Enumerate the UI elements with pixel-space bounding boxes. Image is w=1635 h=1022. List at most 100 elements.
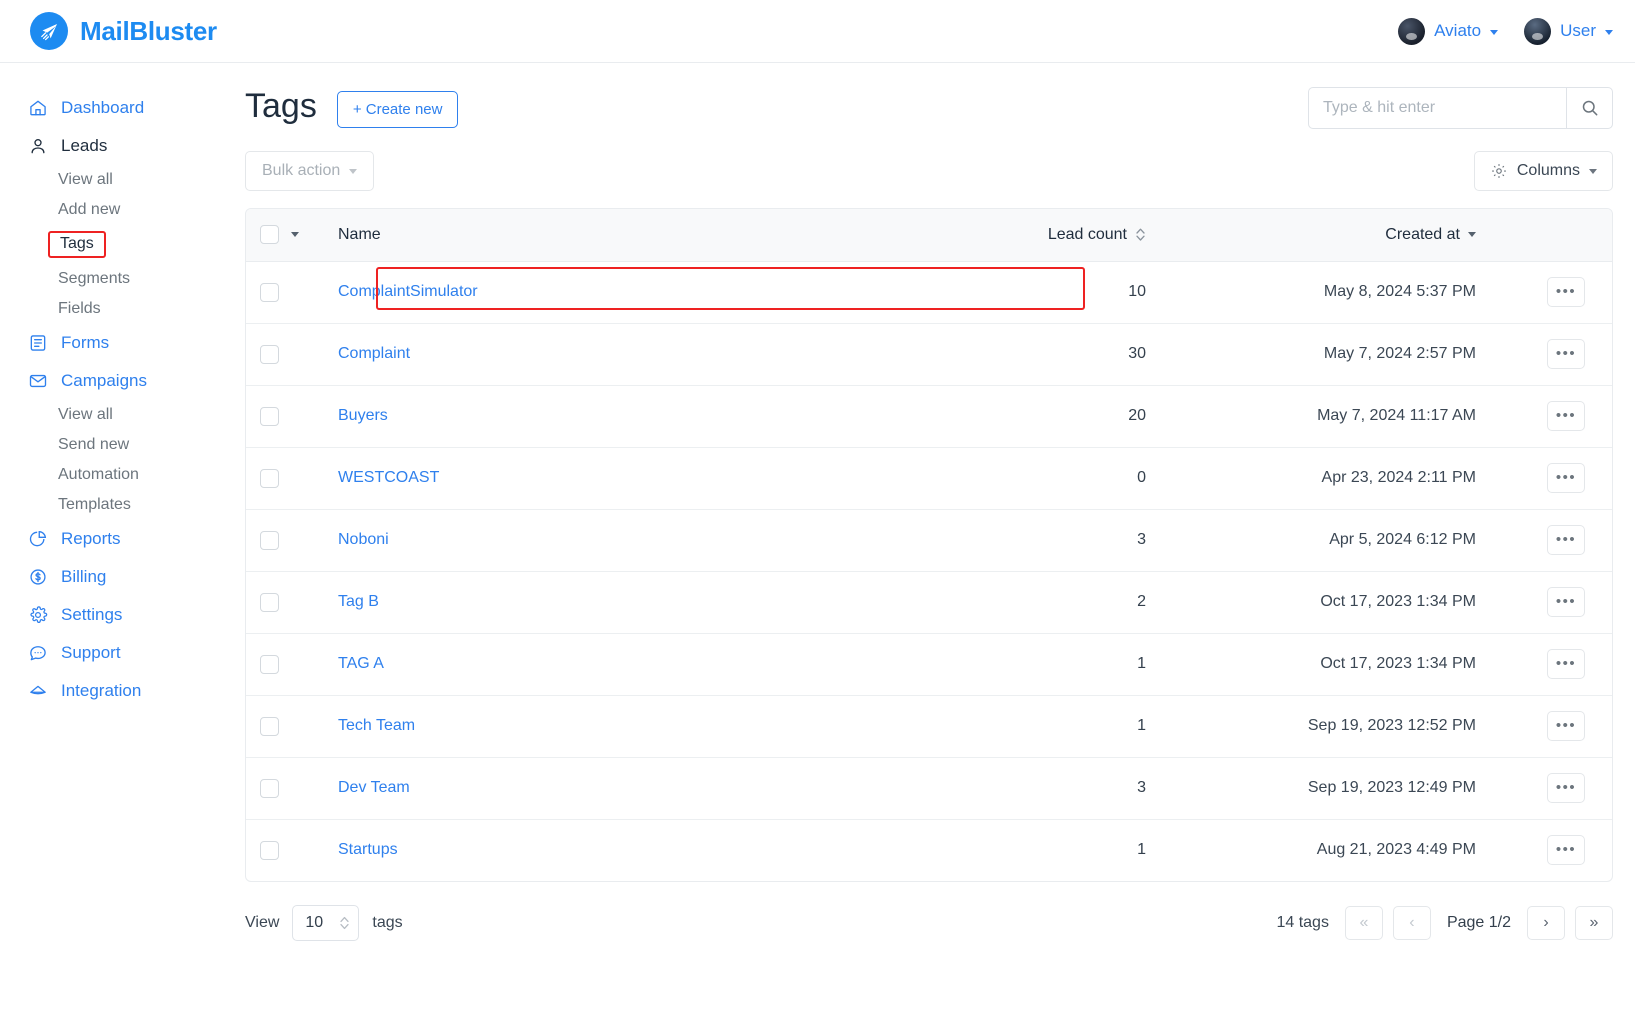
sidebar-item-label: Leads bbox=[61, 136, 107, 156]
sidebar-item-campaigns-send-new[interactable]: Send new bbox=[0, 430, 232, 460]
sidebar-item-billing[interactable]: Billing bbox=[0, 558, 232, 596]
sidebar-item-support[interactable]: Support bbox=[0, 634, 232, 672]
row-select-cell bbox=[246, 757, 324, 819]
tag-name-cell: TAG A bbox=[324, 633, 860, 695]
tag-name-link[interactable]: Startups bbox=[338, 841, 398, 858]
tag-name-link[interactable]: TAG A bbox=[338, 655, 384, 672]
sidebar-item-campaigns-view-all[interactable]: View all bbox=[0, 400, 232, 430]
sidebar-item-templates[interactable]: Templates bbox=[0, 490, 232, 520]
row-actions-button[interactable]: ••• bbox=[1547, 463, 1585, 493]
search-input[interactable] bbox=[1308, 87, 1566, 129]
sidebar-item-label: Tags bbox=[48, 231, 106, 258]
row-checkbox[interactable] bbox=[260, 531, 279, 550]
sidebar-item-label: Send new bbox=[58, 436, 129, 453]
row-actions-button[interactable]: ••• bbox=[1547, 835, 1585, 865]
row-checkbox[interactable] bbox=[260, 717, 279, 736]
tag-name-link[interactable]: Tag B bbox=[338, 593, 379, 610]
row-checkbox[interactable] bbox=[260, 345, 279, 364]
table-row: Tech Team1Sep 19, 2023 12:52 PM••• bbox=[246, 695, 1612, 757]
sidebar-item-reports[interactable]: Reports bbox=[0, 520, 232, 558]
sidebar-item-segments[interactable]: Segments bbox=[0, 264, 232, 294]
column-header-created-at-label: Created at bbox=[1385, 226, 1460, 244]
tag-name-cell: Tag B bbox=[324, 571, 860, 633]
tag-name-link[interactable]: WESTCOAST bbox=[338, 469, 439, 486]
row-checkbox[interactable] bbox=[260, 407, 279, 426]
row-actions-button[interactable]: ••• bbox=[1547, 277, 1585, 307]
select-all-checkbox[interactable] bbox=[260, 225, 279, 244]
next-page-button[interactable]: › bbox=[1527, 906, 1565, 940]
search-button[interactable] bbox=[1566, 87, 1613, 129]
tag-name-link[interactable]: Noboni bbox=[338, 531, 389, 548]
tag-name-link[interactable]: ComplaintSimulator bbox=[338, 283, 478, 300]
sidebar-item-automation[interactable]: Automation bbox=[0, 460, 232, 490]
sidebar-item-fields[interactable]: Fields bbox=[0, 294, 232, 324]
create-new-button[interactable]: + Create new bbox=[337, 91, 459, 128]
table-toolbar: Bulk action Columns bbox=[245, 151, 1613, 191]
row-actions-button[interactable]: ••• bbox=[1547, 649, 1585, 679]
row-actions-button[interactable]: ••• bbox=[1547, 773, 1585, 803]
chevron-down-icon bbox=[1468, 232, 1476, 237]
sidebar-item-leads-view-all[interactable]: View all bbox=[0, 165, 232, 195]
sidebar-item-leads-add-new[interactable]: Add new bbox=[0, 195, 232, 225]
row-actions-button[interactable]: ••• bbox=[1547, 587, 1585, 617]
page-size-unit-label: tags bbox=[372, 914, 402, 932]
table-footer: View 10 tags 14 tags « ‹ Page 1/2 › » bbox=[245, 905, 1613, 941]
tag-name-cell: Noboni bbox=[324, 509, 860, 571]
column-header-lead-count[interactable]: Lead count bbox=[860, 209, 1160, 261]
lead-count-cell: 3 bbox=[860, 757, 1160, 819]
row-actions-button[interactable]: ••• bbox=[1547, 401, 1585, 431]
row-actions-button[interactable]: ••• bbox=[1547, 711, 1585, 741]
user-menu[interactable]: User bbox=[1524, 18, 1613, 45]
chevron-down-icon bbox=[1490, 30, 1498, 35]
columns-button[interactable]: Columns bbox=[1474, 151, 1613, 191]
sidebar-item-integration[interactable]: Integration bbox=[0, 672, 232, 710]
created-at-cell: Sep 19, 2023 12:49 PM bbox=[1160, 757, 1520, 819]
row-select-cell bbox=[246, 695, 324, 757]
lead-count-cell: 3 bbox=[860, 509, 1160, 571]
row-checkbox[interactable] bbox=[260, 841, 279, 860]
pie-chart-icon bbox=[28, 529, 48, 549]
sidebar-item-settings[interactable]: Settings bbox=[0, 596, 232, 634]
table-header: Name Lead count Created at bbox=[246, 209, 1612, 261]
column-header-created-at[interactable]: Created at bbox=[1160, 209, 1520, 261]
created-at-cell: Oct 17, 2023 1:34 PM bbox=[1160, 571, 1520, 633]
first-page-button[interactable]: « bbox=[1345, 906, 1383, 940]
tag-name-link[interactable]: Buyers bbox=[338, 407, 388, 424]
row-checkbox[interactable] bbox=[260, 593, 279, 612]
page-header: Tags + Create new bbox=[245, 83, 1613, 129]
row-checkbox[interactable] bbox=[260, 283, 279, 302]
row-checkbox[interactable] bbox=[260, 779, 279, 798]
tag-name-link[interactable]: Tech Team bbox=[338, 717, 415, 734]
tag-name-link[interactable]: Dev Team bbox=[338, 779, 410, 796]
account-switcher[interactable]: Aviato bbox=[1398, 18, 1498, 45]
row-checkbox[interactable] bbox=[260, 469, 279, 488]
sidebar-item-dashboard[interactable]: Dashboard bbox=[0, 89, 232, 127]
page-size-stepper[interactable]: 10 bbox=[292, 905, 359, 941]
row-select-cell bbox=[246, 633, 324, 695]
lead-count-cell: 0 bbox=[860, 447, 1160, 509]
brand-name: MailBluster bbox=[80, 16, 217, 47]
last-page-button[interactable]: » bbox=[1575, 906, 1613, 940]
sidebar-item-forms[interactable]: Forms bbox=[0, 324, 232, 362]
row-actions-button[interactable]: ••• bbox=[1547, 339, 1585, 369]
page-indicator: Page 1/2 bbox=[1441, 914, 1517, 932]
row-actions-cell: ••• bbox=[1520, 447, 1612, 509]
prev-page-button[interactable]: ‹ bbox=[1393, 906, 1431, 940]
tag-name-link[interactable]: Complaint bbox=[338, 345, 410, 362]
row-actions-button[interactable]: ••• bbox=[1547, 525, 1585, 555]
integration-icon bbox=[28, 681, 48, 701]
sidebar-item-leads[interactable]: Leads bbox=[0, 127, 232, 165]
column-header-name[interactable]: Name bbox=[324, 209, 860, 261]
page-size-value: 10 bbox=[305, 914, 327, 932]
sidebar-item-campaigns[interactable]: Campaigns bbox=[0, 362, 232, 400]
created-at-cell: May 7, 2024 2:57 PM bbox=[1160, 323, 1520, 385]
row-select-cell bbox=[246, 819, 324, 881]
bulk-action-dropdown[interactable]: Bulk action bbox=[245, 151, 374, 191]
tag-name-cell: Tech Team bbox=[324, 695, 860, 757]
sidebar-item-tags[interactable]: Tags bbox=[0, 225, 232, 264]
brand-logo[interactable]: MailBluster bbox=[30, 12, 217, 50]
chevron-down-icon[interactable] bbox=[291, 232, 299, 237]
lead-count-cell: 1 bbox=[860, 695, 1160, 757]
row-checkbox[interactable] bbox=[260, 655, 279, 674]
search-icon bbox=[1580, 98, 1600, 118]
